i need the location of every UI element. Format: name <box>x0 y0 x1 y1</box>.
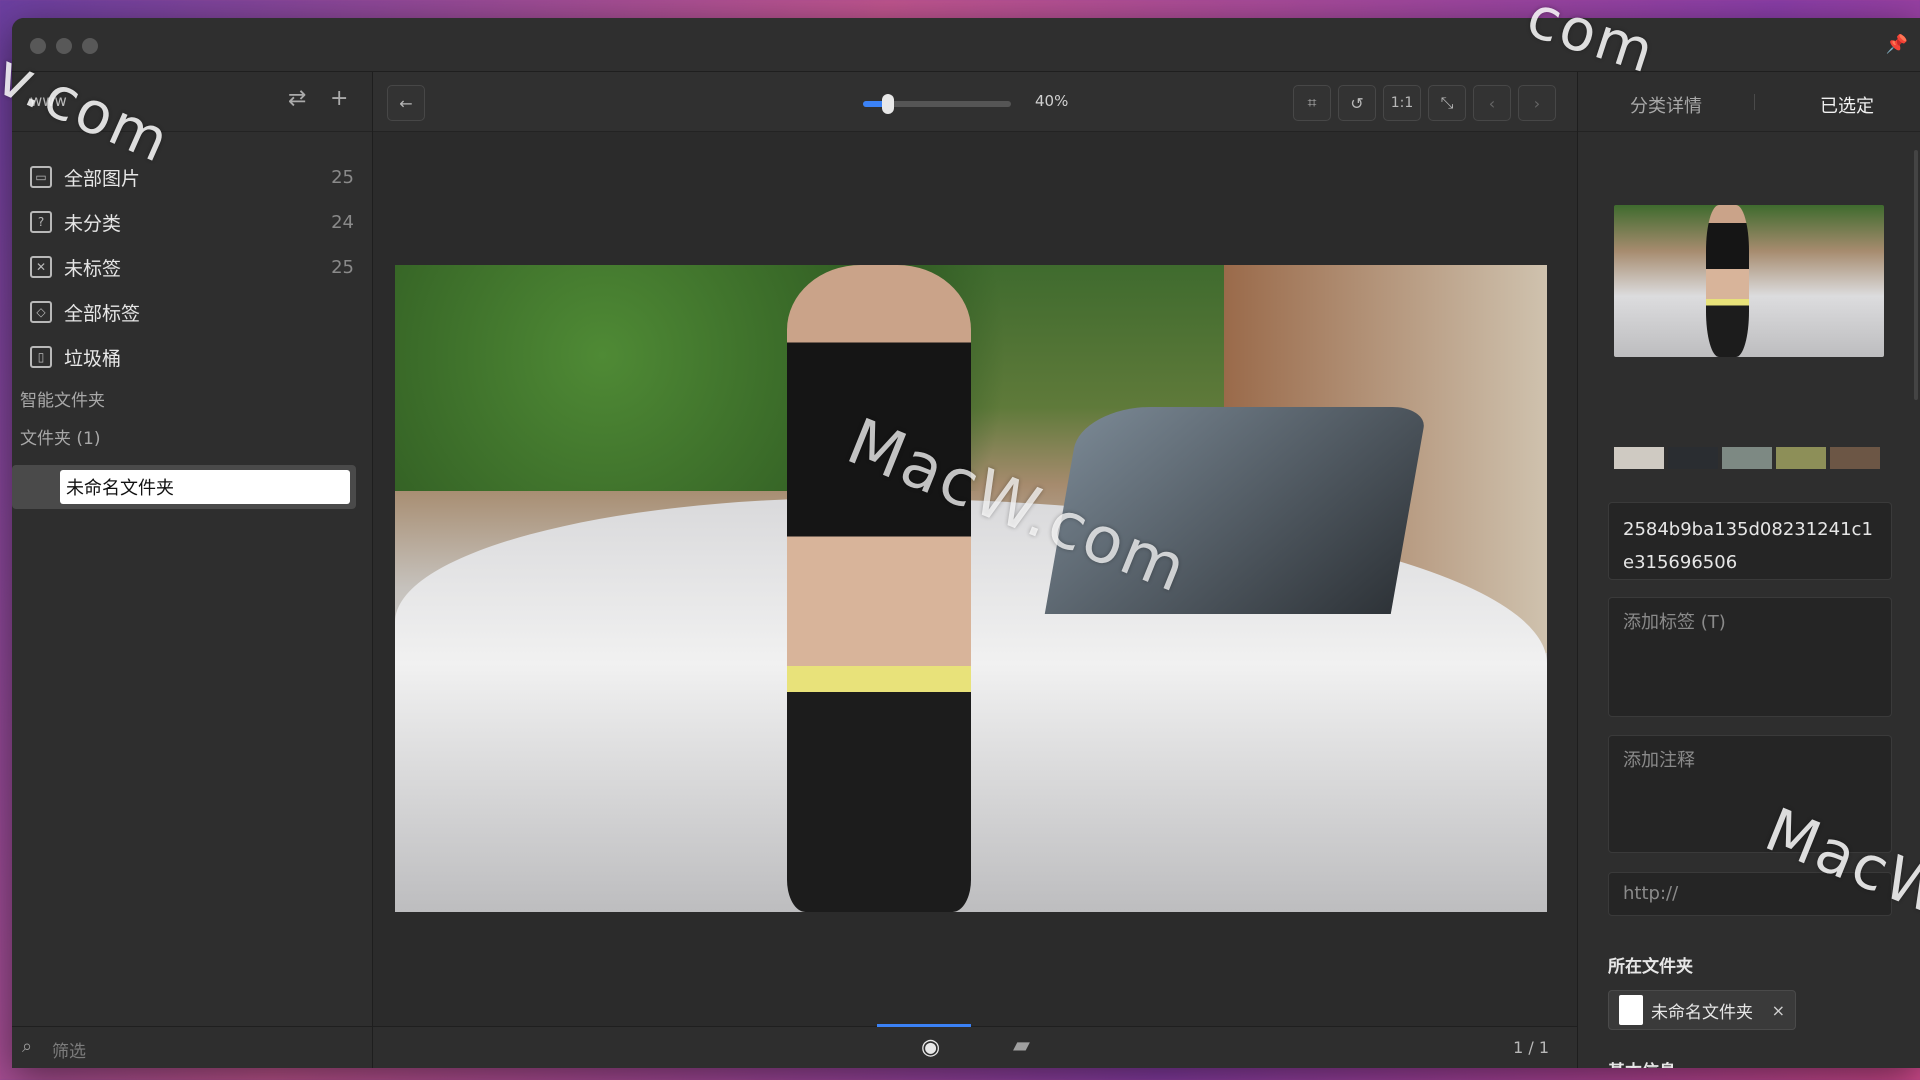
comments-icon[interactable]: ▰ <box>1013 1033 1030 1058</box>
zoom-level: 40% <box>1035 92 1069 110</box>
shrink-icon: ⤡ <box>1440 93 1454 112</box>
folders-heading[interactable]: 文件夹 (1) <box>20 424 100 449</box>
thumbnail <box>1614 205 1884 357</box>
title-bar: 📌 <box>12 18 1920 72</box>
photo-car-window <box>1044 407 1428 615</box>
rotate-button[interactable]: ↺ <box>1338 85 1376 121</box>
filter-bar[interactable]: ⌕ 筛选 <box>12 1026 372 1068</box>
fit-button[interactable]: ⤡ <box>1428 85 1466 121</box>
search-icon: ⌕ <box>22 1036 33 1057</box>
folder-chip[interactable]: 未命名文件夹 × <box>1608 990 1796 1030</box>
actual-size-button[interactable]: 1:1 <box>1383 85 1421 121</box>
sidebar-item-untagged[interactable]: ✕ 未标签 25 <box>30 247 362 287</box>
basic-info-heading: 基本信息 <box>1608 1057 1676 1068</box>
hash-field[interactable]: 2584b9ba135d08231241c1e315696506 <box>1608 502 1892 580</box>
color-swatch[interactable] <box>1614 447 1664 469</box>
uncategorized-icon: ? <box>30 211 52 233</box>
folder-heading: 所在文件夹 <box>1608 957 1693 977</box>
color-swatch[interactable] <box>1668 447 1718 469</box>
color-palette <box>1614 447 1880 469</box>
sidebar-item-all-tags[interactable]: ◇ 全部标签 <box>30 292 362 332</box>
url-input[interactable]: http:// <box>1608 872 1892 916</box>
inspector-tabs: 分类详情 已选定 <box>1578 72 1920 132</box>
back-button[interactable]: ← <box>387 85 425 121</box>
images-icon: ▭ <box>30 166 52 188</box>
add-icon[interactable]: + <box>330 86 348 111</box>
viewer-bottom-bar: ◉ ▰ 1 / 1 <box>373 1024 1577 1068</box>
pin-icon[interactable]: 📌 <box>1886 34 1908 55</box>
page-counter: 1 / 1 <box>1513 1038 1549 1057</box>
folder-chip-label: 未命名文件夹 <box>1651 1002 1753 1023</box>
sidebar-item-count: 24 <box>331 211 354 233</box>
color-swatch[interactable] <box>1722 447 1772 469</box>
app-window: 📌 www ⇄ + ▭ 全部图片 25 ? 未分类 24 ✕ 未标签 25 ◇ … <box>12 18 1920 1068</box>
arrow-left-icon: ← <box>399 93 413 113</box>
image-canvas[interactable] <box>373 132 1577 1026</box>
zoom-window-button[interactable] <box>82 38 98 54</box>
chevron-left-icon: ‹ <box>1488 93 1496 113</box>
color-swatch[interactable] <box>1830 447 1880 469</box>
inspector-panel: 分类详情 已选定 2584b9ba135d08231241c1e31569650… <box>1577 72 1920 1068</box>
photo-foliage <box>395 265 1087 492</box>
crop-icon: ⌗ <box>1307 93 1317 112</box>
previous-button[interactable]: ‹ <box>1473 85 1511 121</box>
actual-size-label: 1:1 <box>1390 95 1414 111</box>
zoom-slider[interactable] <box>863 94 1011 114</box>
sidebar-item-label: 未标签 <box>64 257 122 280</box>
tab-selected[interactable]: 已选定 <box>1820 92 1874 118</box>
sidebar-item-uncategorized[interactable]: ? 未分类 24 <box>30 202 362 242</box>
next-button[interactable]: › <box>1518 85 1556 121</box>
sidebar: www ⇄ + ▭ 全部图片 25 ? 未分类 24 ✕ 未标签 25 ◇ 全部… <box>12 72 373 1068</box>
rotate-icon: ↺ <box>1350 93 1364 113</box>
sidebar-item-label: 未分类 <box>64 212 122 235</box>
untagged-icon: ✕ <box>30 256 52 278</box>
eye-icon[interactable]: ◉ <box>921 1035 940 1060</box>
folder-color-swatch <box>1619 995 1643 1025</box>
library-name[interactable]: www <box>30 92 67 110</box>
crop-button[interactable]: ⌗ <box>1293 85 1331 121</box>
tab-divider <box>1754 94 1755 110</box>
filter-input[interactable]: 筛选 <box>52 1037 86 1062</box>
scrollbar[interactable] <box>1914 150 1918 400</box>
minimize-window-button[interactable] <box>56 38 72 54</box>
viewer-toolbar: ← 40% ⌗ ↺ 1:1 ⤡ ‹ › <box>373 72 1577 132</box>
thumbnail-figure <box>1705 205 1749 357</box>
trash-icon: ▯ <box>30 346 52 368</box>
zoom-slider-knob[interactable] <box>882 94 895 114</box>
tags-icon: ◇ <box>30 301 52 323</box>
photo-figure <box>786 265 971 912</box>
swap-icon[interactable]: ⇄ <box>288 86 306 111</box>
chevron-right-icon: › <box>1533 93 1541 113</box>
tab-category-details[interactable]: 分类详情 <box>1630 92 1702 118</box>
sidebar-item-trash[interactable]: ▯ 垃圾桶 <box>30 337 362 377</box>
close-window-button[interactable] <box>30 38 46 54</box>
sidebar-item-label: 全部图片 <box>64 167 141 190</box>
folder-name-input[interactable] <box>60 470 350 504</box>
smart-folders-heading[interactable]: 智能文件夹 <box>20 386 105 411</box>
color-swatch[interactable] <box>1776 447 1826 469</box>
sidebar-item-count: 25 <box>331 256 354 278</box>
close-icon[interactable]: × <box>1772 1001 1785 1020</box>
library-header: www ⇄ + <box>12 72 372 132</box>
folder-row-selected[interactable] <box>12 465 356 509</box>
sidebar-item-label: 垃圾桶 <box>64 347 122 370</box>
sidebar-item-all-images[interactable]: ▭ 全部图片 25 <box>30 157 362 197</box>
active-tab-indicator <box>877 1024 971 1027</box>
tags-input[interactable]: 添加标签 (T) <box>1608 597 1892 717</box>
preview-image[interactable] <box>395 265 1547 912</box>
notes-input[interactable]: 添加注释 <box>1608 735 1892 853</box>
sidebar-item-count: 25 <box>331 166 354 188</box>
sidebar-item-label: 全部标签 <box>64 302 141 325</box>
